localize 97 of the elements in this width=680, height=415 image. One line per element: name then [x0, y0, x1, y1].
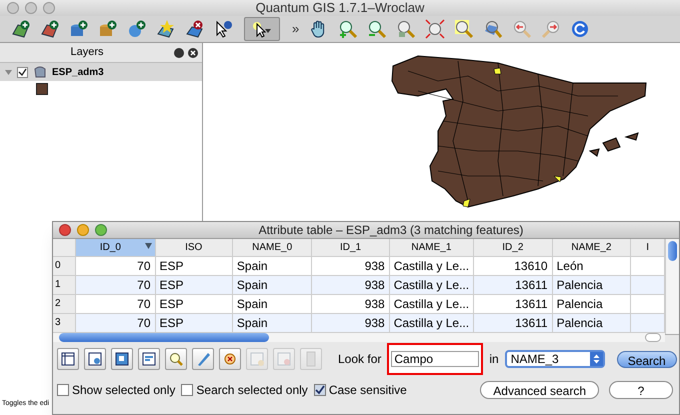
table-cell: Palencia — [556, 296, 603, 310]
advanced-search-button[interactable]: Advanced search — [480, 381, 599, 399]
table-invert-icon — [113, 350, 131, 368]
table-cell: Spain — [236, 258, 268, 272]
table-cell: 13610 — [514, 258, 548, 272]
zoom-window-icon[interactable] — [95, 224, 107, 236]
table-cell: 70 — [137, 316, 151, 330]
table-cell: Palencia — [556, 278, 603, 292]
table-cell: ESP — [160, 278, 184, 292]
vertical-scrollbar-thumb[interactable] — [668, 241, 677, 261]
refresh-icon[interactable] — [570, 19, 590, 39]
float-panel-icon[interactable] — [174, 48, 184, 58]
remove-layer-icon[interactable] — [184, 19, 204, 39]
table-cell: 938 — [364, 296, 385, 310]
active-tool[interactable] — [244, 17, 280, 41]
database-add-icon[interactable] — [97, 19, 117, 39]
table-cell: ESP — [160, 258, 184, 272]
zoom-layer-icon[interactable] — [483, 19, 504, 39]
table-button[interactable] — [57, 348, 79, 370]
look-for-label: Look for — [338, 351, 382, 368]
table-cell: 13611 — [515, 296, 548, 310]
field-dropdown[interactable]: NAME_3 — [504, 350, 605, 368]
table-cell: Castilla y Le... — [394, 316, 470, 330]
remove-icon — [275, 350, 293, 368]
row-number[interactable]: 3 — [53, 313, 76, 332]
column-header[interactable]: ID_0 — [76, 239, 156, 256]
close-window-icon[interactable] — [59, 224, 71, 236]
polygon-layer-icon — [33, 65, 47, 79]
table-cell: Palencia — [556, 316, 603, 330]
table-cell: Castilla y Le... — [394, 258, 470, 272]
layer-checkbox[interactable] — [17, 66, 28, 78]
table-cell: ESP — [160, 316, 184, 330]
checkbox[interactable] — [314, 384, 326, 396]
star-layer-icon[interactable] — [155, 19, 175, 39]
table-cell: Castilla y Le... — [394, 296, 470, 310]
table-cell: Spain — [236, 278, 268, 292]
delete-button[interactable] — [219, 348, 241, 370]
in-label: in — [489, 351, 499, 368]
panel-title: Layers — [69, 45, 105, 60]
zoom-in-icon[interactable] — [338, 19, 358, 39]
row-number[interactable]: 1 — [53, 275, 76, 294]
table-cell: León — [556, 258, 584, 272]
table-cell: 70 — [137, 258, 151, 272]
column-header[interactable]: NAME_1 — [389, 239, 474, 256]
table-icon — [59, 350, 77, 368]
zoom-last-icon[interactable] — [512, 19, 532, 39]
zoom-next-icon[interactable] — [541, 19, 562, 39]
table-invert-button[interactable] — [111, 348, 133, 370]
close-panel-icon[interactable] — [188, 48, 198, 58]
table-cell: 938 — [364, 316, 385, 330]
zoom-selection-icon[interactable] — [454, 19, 474, 39]
window-title: Quantum GIS 1.7.1–Wroclaw — [254, 0, 426, 18]
checkbox-label[interactable]: Show selected only — [72, 381, 176, 399]
row-number[interactable]: 2 — [53, 294, 76, 313]
globe-add-icon[interactable] — [126, 19, 146, 39]
column-header[interactable]: ID_1 — [312, 239, 390, 256]
column-header[interactable]: NAME_2 — [552, 239, 631, 256]
column-header[interactable]: ID_2 — [474, 239, 552, 256]
search-input-field[interactable]: Campo — [387, 343, 484, 375]
toolbar-overflow[interactable]: » — [289, 19, 302, 39]
table-top-button[interactable] — [138, 348, 160, 370]
table-cell: Spain — [236, 296, 268, 310]
database-add-icon[interactable] — [68, 19, 88, 39]
table-cell: ESP — [160, 296, 184, 310]
zoom-extent-icon[interactable] — [425, 19, 446, 39]
checkbox[interactable] — [57, 384, 69, 396]
table-cell: 938 — [364, 278, 385, 292]
column-header[interactable]: NAME_0 — [232, 239, 312, 256]
dropdown-arrows-icon — [590, 352, 603, 366]
table-select-icon — [86, 350, 104, 368]
help-button[interactable]: ? — [609, 381, 673, 399]
sort-arrow-icon — [144, 242, 152, 249]
zoom-out-icon[interactable] — [367, 19, 388, 39]
vector-layer-add-icon[interactable] — [10, 19, 30, 39]
search-button[interactable]: Search — [616, 350, 677, 368]
column-header[interactable]: ISO — [155, 239, 232, 256]
table-cell: Castilla y Le... — [394, 278, 470, 292]
table-cell: 70 — [137, 278, 151, 292]
row-number[interactable]: 0 — [53, 256, 76, 275]
pencil-button[interactable] — [192, 348, 214, 370]
checkbox-label[interactable]: Search selected only — [196, 381, 308, 399]
table-cell: 70 — [137, 296, 151, 310]
checkbox[interactable] — [181, 384, 194, 396]
checkbox-label[interactable]: Case sensitive — [328, 381, 407, 399]
table-cell: 13611 — [515, 316, 548, 330]
table-top-icon — [140, 350, 158, 368]
window-title: Attribute table – ESP_adm3 (3 matching features) — [258, 222, 524, 239]
zoom-icon — [167, 350, 185, 368]
table-select-button[interactable] — [84, 348, 106, 370]
zoom-button[interactable] — [165, 348, 187, 370]
table-cell: 13611 — [515, 278, 548, 292]
copy-icon — [248, 350, 266, 368]
raster-layer-add-icon[interactable] — [39, 19, 59, 39]
zoom-full-icon[interactable] — [396, 19, 416, 39]
table-cell: 938 — [364, 258, 385, 272]
column-header[interactable]: I — [630, 239, 664, 256]
table-cell: Spain — [236, 316, 268, 330]
